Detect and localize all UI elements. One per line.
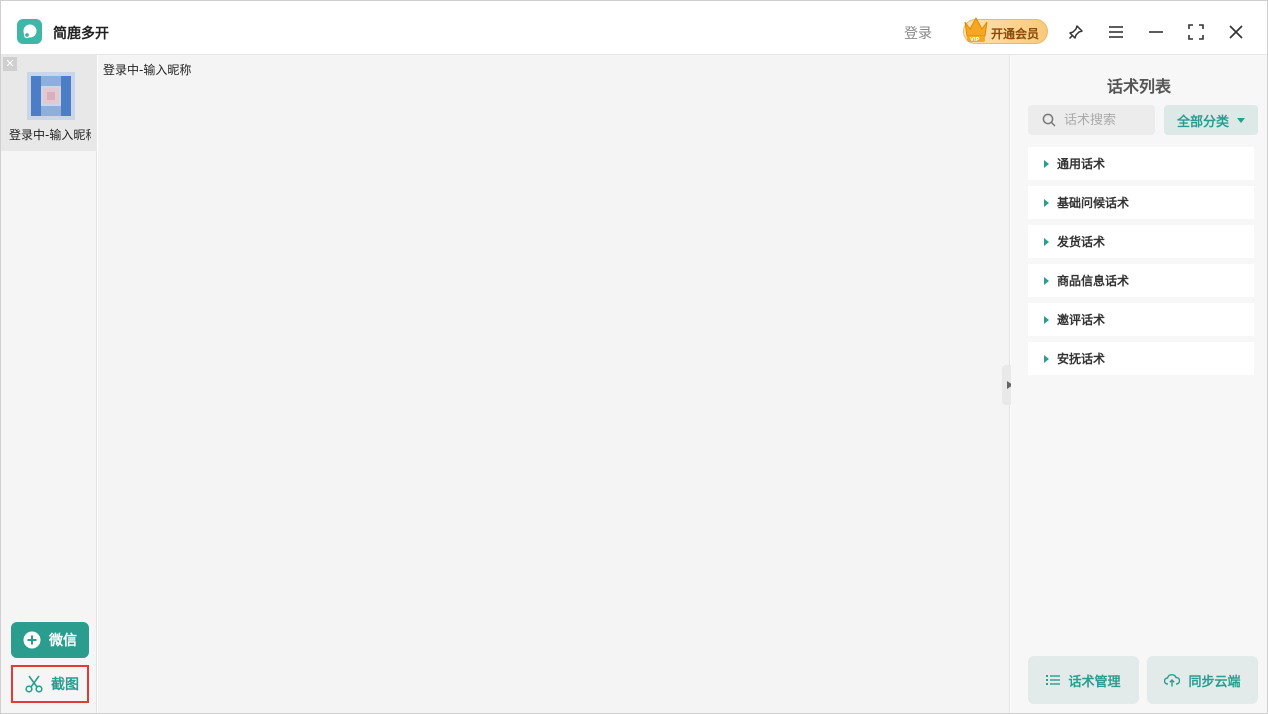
search-icon xyxy=(1042,113,1056,127)
script-manage-button[interactable]: 话术管理 xyxy=(1028,656,1139,704)
caret-right-icon xyxy=(1044,354,1049,363)
svg-text:VIP: VIP xyxy=(970,37,980,43)
script-category-label: 发货话术 xyxy=(1057,235,1106,249)
minimize-icon[interactable] xyxy=(1145,21,1167,43)
script-category-label: 商品信息话术 xyxy=(1057,274,1130,288)
script-manage-label: 话术管理 xyxy=(1068,674,1121,690)
script-category-item[interactable]: 安抚话术 xyxy=(1028,342,1254,375)
close-icon[interactable] xyxy=(1225,21,1247,43)
caret-right-icon xyxy=(1044,276,1049,285)
script-search-input[interactable] xyxy=(1064,112,1154,128)
main-content: 登录中-输入昵称 xyxy=(98,55,1010,713)
vip-upgrade-button[interactable]: VIP 开通会员 xyxy=(963,16,1048,44)
category-label: 全部分类 xyxy=(1176,114,1229,130)
script-category-label: 基础问候话术 xyxy=(1057,196,1130,210)
account-name: 登录中-输入昵称 xyxy=(9,128,91,142)
script-category-item[interactable]: 商品信息话术 xyxy=(1028,264,1254,297)
script-category-item[interactable]: 通用话术 xyxy=(1028,147,1254,180)
sync-cloud-label: 同步云端 xyxy=(1188,674,1241,690)
script-category-item[interactable]: 邀评话术 xyxy=(1028,303,1254,336)
title-bar: 简鹿多开 登录 VIP 开通会员 xyxy=(1,1,1267,55)
script-category-item[interactable]: 基础问候话术 xyxy=(1028,186,1254,219)
maximize-icon[interactable] xyxy=(1185,21,1207,43)
list-icon xyxy=(1046,675,1061,685)
script-category-list: 通用话术 基础问候话术 发货话术 商品信息话术 邀评话术 安抚话术 xyxy=(1028,147,1254,381)
script-category-label: 邀评话术 xyxy=(1057,313,1106,327)
scissors-icon xyxy=(25,675,43,693)
sync-cloud-button[interactable]: 同步云端 xyxy=(1147,656,1258,704)
caret-right-icon xyxy=(1044,237,1049,246)
script-category-label: 通用话术 xyxy=(1057,157,1106,171)
script-search-box[interactable] xyxy=(1028,105,1155,135)
cloud-upload-icon xyxy=(1164,674,1181,687)
plus-circle-icon xyxy=(23,631,41,649)
app-logo-icon xyxy=(17,19,42,44)
category-dropdown[interactable]: 全部分类 xyxy=(1164,105,1258,135)
panel-title: 话术列表 xyxy=(1106,77,1171,96)
caret-right-icon xyxy=(1044,315,1049,324)
caret-right-icon xyxy=(1044,198,1049,207)
pin-icon[interactable] xyxy=(1065,21,1087,43)
screenshot-label: 截图 xyxy=(51,677,79,693)
crown-icon: VIP xyxy=(964,16,988,43)
chevron-down-icon xyxy=(1237,117,1245,123)
account-close-icon[interactable]: ✕ xyxy=(3,57,17,71)
account-card[interactable]: ✕ 登录中-输入昵称 xyxy=(1,55,97,151)
login-link[interactable]: 登录 xyxy=(904,23,932,43)
app-title: 简鹿多开 xyxy=(53,26,109,42)
vip-label: 开通会员 xyxy=(991,27,1040,41)
script-panel: 话术列表 全部分类 通用话术 基础问候话术 发货话术 xyxy=(1011,55,1267,713)
add-wechat-label: 微信 xyxy=(49,633,77,649)
menu-icon[interactable] xyxy=(1105,21,1127,43)
caret-right-icon xyxy=(1044,159,1049,168)
avatar xyxy=(27,72,75,120)
add-wechat-button[interactable]: 微信 xyxy=(11,622,89,658)
app-window: 简鹿多开 登录 VIP 开通会员 ✕ 登录中-输入昵称 微信 截图 登录中-输入… xyxy=(0,0,1268,714)
account-sidebar: ✕ 登录中-输入昵称 微信 截图 xyxy=(1,55,97,713)
login-status-text: 登录中-输入昵称 xyxy=(103,63,192,77)
screenshot-button[interactable]: 截图 xyxy=(11,665,89,703)
script-category-item[interactable]: 发货话术 xyxy=(1028,225,1254,258)
script-category-label: 安抚话术 xyxy=(1057,352,1106,366)
